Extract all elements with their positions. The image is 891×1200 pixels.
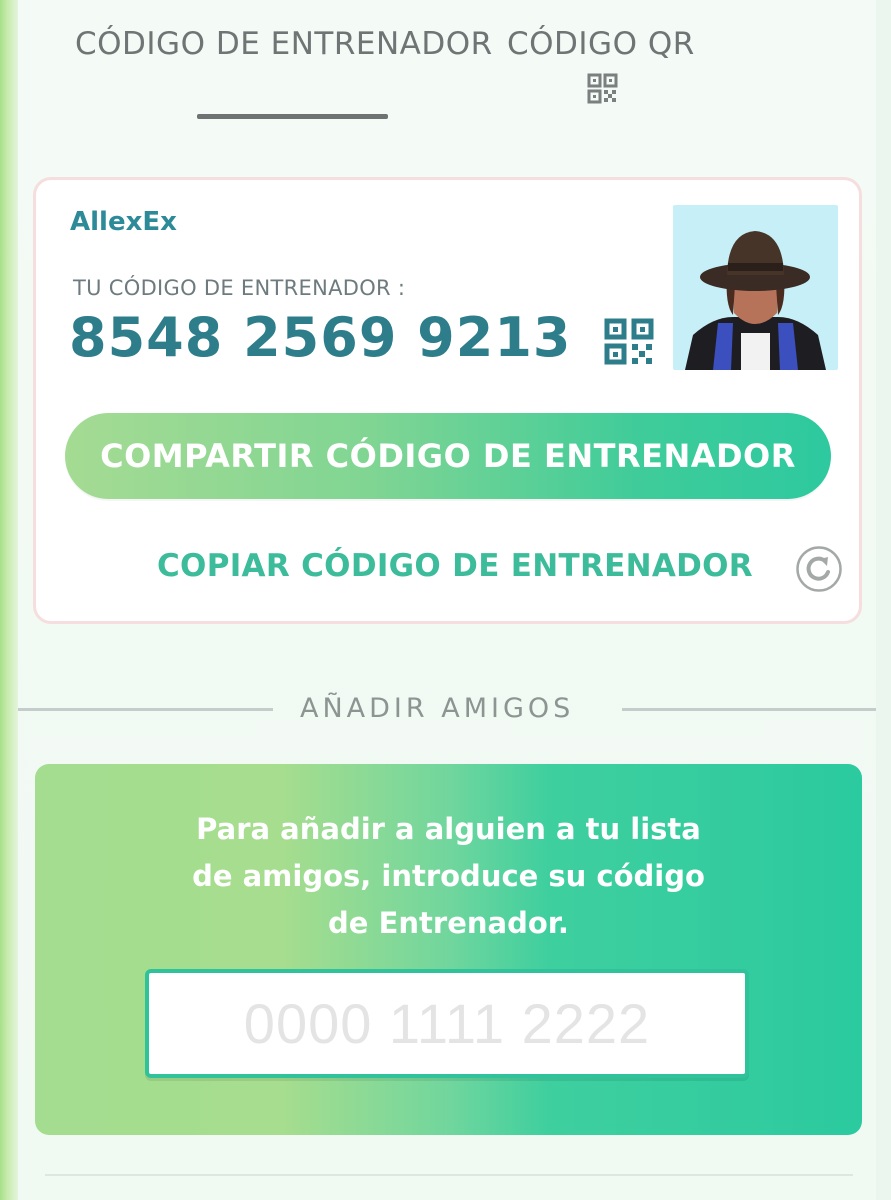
copy-trainer-code-link[interactable]: COPIAR CÓDIGO DE ENTRENADOR <box>157 548 753 584</box>
trainer-code-value: 8548 2569 9213 <box>69 306 572 369</box>
trainer-code-label: TU CÓDIGO DE ENTRENADOR : <box>73 276 406 300</box>
instructions-line: de amigos, introduce su código <box>192 859 705 893</box>
section-divider <box>18 708 273 711</box>
avatar <box>673 205 838 370</box>
qr-code-icon[interactable] <box>587 73 618 104</box>
refresh-icon[interactable] <box>795 545 843 593</box>
section-divider <box>45 1174 853 1176</box>
section-divider <box>622 708 876 711</box>
qr-code-icon[interactable] <box>604 318 654 365</box>
instructions-line: Para añadir a alguien a tu lista <box>196 812 701 846</box>
tab-trainer-code[interactable]: CÓDIGO DE ENTRENADOR <box>75 26 493 62</box>
add-friends-instructions: Para añadir a alguien a tu lista de amig… <box>35 806 862 947</box>
share-trainer-code-button[interactable]: COMPARTIR CÓDIGO DE ENTRENADOR <box>65 413 831 499</box>
trainer-name: AllexEx <box>70 207 177 237</box>
friend-code-input[interactable] <box>145 969 749 1078</box>
active-tab-indicator <box>197 114 388 119</box>
instructions-line: de Entrenador. <box>328 906 569 940</box>
tab-qr-code[interactable]: CÓDIGO QR <box>507 26 695 62</box>
add-friends-title: AÑADIR AMIGOS <box>300 693 575 724</box>
